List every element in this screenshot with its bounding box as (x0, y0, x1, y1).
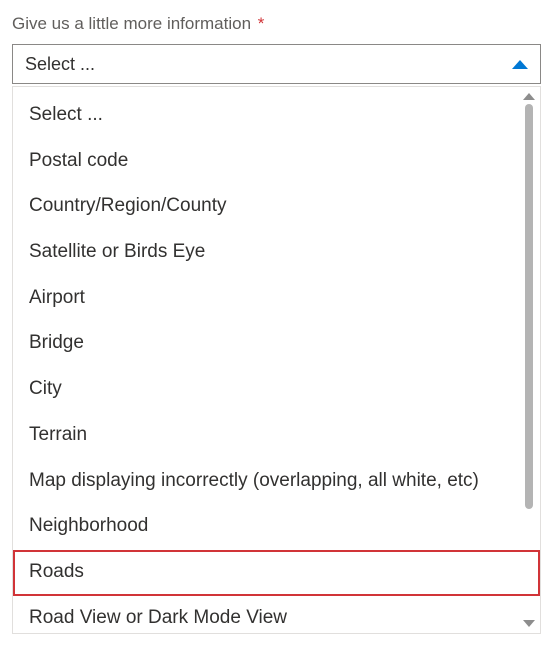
option[interactable]: City (13, 367, 540, 413)
option[interactable]: Postal code (13, 139, 540, 185)
scrollbar[interactable] (521, 93, 537, 627)
required-marker: * (258, 14, 265, 33)
option[interactable]: Select ... (13, 93, 540, 139)
scroll-down-icon[interactable] (523, 620, 535, 627)
more-info-combobox: Select ... Select ...Postal codeCountry/… (12, 44, 541, 634)
caret-up-icon (512, 60, 528, 69)
option[interactable]: Roads (13, 550, 540, 596)
combobox-selected-text: Select ... (25, 54, 95, 75)
field-label-text: Give us a little more information (12, 14, 251, 33)
option[interactable]: Country/Region/County (13, 184, 540, 230)
scroll-thumb[interactable] (525, 104, 533, 509)
field-label: Give us a little more information * (12, 14, 541, 34)
option-list: Select ...Postal codeCountry/Region/Coun… (13, 87, 540, 634)
option[interactable]: Bridge (13, 321, 540, 367)
option[interactable]: Terrain (13, 413, 540, 459)
option[interactable]: Airport (13, 276, 540, 322)
option[interactable]: Satellite or Birds Eye (13, 230, 540, 276)
combobox-button[interactable]: Select ... (12, 44, 541, 84)
option[interactable]: Map displaying incorrectly (overlapping,… (13, 459, 540, 505)
combobox-listbox: Select ...Postal codeCountry/Region/Coun… (12, 86, 541, 634)
scroll-up-icon[interactable] (523, 93, 535, 100)
option[interactable]: Road View or Dark Mode View (13, 596, 540, 634)
option[interactable]: Neighborhood (13, 504, 540, 550)
